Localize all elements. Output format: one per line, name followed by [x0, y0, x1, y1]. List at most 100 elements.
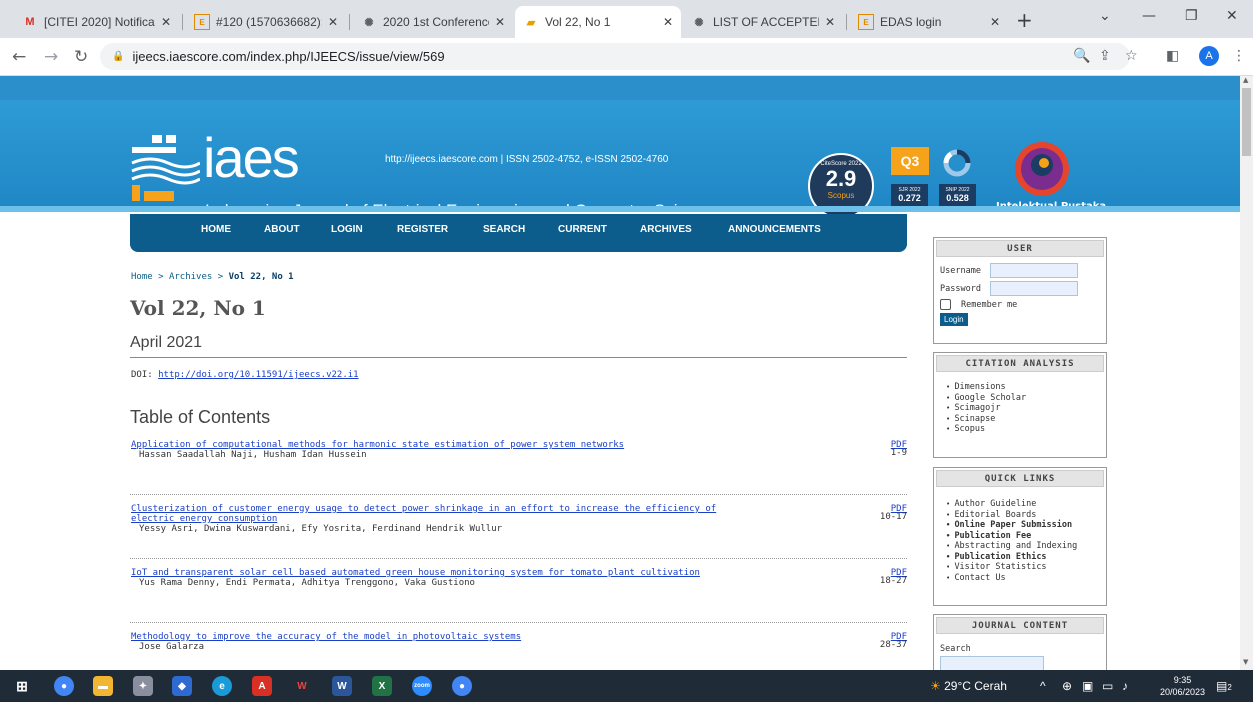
link-online-paper-submission[interactable]: Online Paper Submission [946, 520, 1100, 531]
tab-vol-22-no-1[interactable]: ▰ Vol 22, No 1 ✕ [515, 6, 681, 38]
article-pages: 28-37 [879, 640, 907, 650]
user-heading: USER [936, 240, 1104, 257]
share-icon[interactable]: ⇪ [1099, 48, 1111, 64]
edge-icon[interactable]: e [212, 676, 232, 696]
windows-start-icon[interactable]: ⊞ [12, 676, 32, 696]
banner-wave [0, 206, 1240, 212]
battery-icon[interactable]: ▭ [1102, 679, 1113, 693]
link-visitor-statistics[interactable]: Visitor Statistics [946, 562, 1100, 573]
nav-current[interactable]: CURRENT [558, 224, 607, 235]
wps-icon[interactable]: W [292, 676, 312, 696]
link-author-guideline[interactable]: Author Guideline [946, 499, 1100, 510]
article-title-link[interactable]: Application of computational methods for… [131, 440, 741, 450]
volume-icon[interactable]: ♪ [1122, 679, 1128, 693]
issn-line: http://ijeecs.iaescore.com | ISSN 2502-4… [385, 154, 669, 165]
tray-app-icon[interactable]: ▣ [1082, 679, 1093, 693]
citation-link-scimagojr[interactable]: Scimagojr [946, 403, 1100, 414]
breadcrumb-home[interactable]: Home [131, 272, 153, 282]
browser-toolbar: ← → ↻ 🔒 ijeecs.iaescore.com/index.php/IJ… [0, 38, 1253, 76]
forward-arrow-icon[interactable]: → [44, 47, 58, 67]
close-window-icon[interactable]: ✕ [1226, 8, 1238, 24]
tab-citei-notification[interactable]: M [CITEI 2020] Notificati ✕ [14, 6, 179, 38]
close-tab-icon[interactable]: ✕ [328, 15, 338, 29]
side-panel-icon[interactable]: ◧ [1166, 48, 1179, 64]
zoom-icon[interactable]: zoom [412, 676, 432, 696]
article-separator [130, 494, 907, 495]
weather-widget[interactable]: ☀ 29°C Cerah [930, 679, 1007, 693]
app-icon[interactable]: ✦ [133, 676, 153, 696]
breadcrumb-archives[interactable]: Archives [169, 272, 212, 282]
tab-accepted-list[interactable]: ✺ LIST OF ACCEPTED AN ✕ [683, 6, 843, 38]
publisher-subtitle: Media Utama [1015, 214, 1069, 224]
article-title-link[interactable]: Clusterization of customer energy usage … [131, 504, 741, 524]
tray-network-icon[interactable]: ⊕ [1062, 679, 1072, 693]
citation-link-dimensions[interactable]: Dimensions [946, 382, 1100, 393]
article-separator [130, 558, 907, 559]
word-icon[interactable]: W [332, 676, 352, 696]
close-tab-icon[interactable]: ✕ [663, 15, 673, 29]
file-explorer-icon[interactable]: ▬ [93, 676, 113, 696]
tray-chevron-icon[interactable]: ^ [1040, 679, 1046, 693]
notification-icon[interactable]: ▤2 [1216, 679, 1232, 693]
pdf-reader-icon[interactable]: A [252, 676, 272, 696]
scrollbar-thumb[interactable] [1242, 88, 1251, 156]
nav-archives[interactable]: ARCHIVES [640, 224, 692, 235]
top-band [0, 76, 1240, 100]
reload-icon[interactable]: ↻ [74, 47, 88, 67]
remember-me-checkbox[interactable] [940, 299, 951, 310]
bookmark-star-icon[interactable]: ☆ [1125, 48, 1138, 64]
minimize-icon[interactable]: — [1142, 8, 1156, 24]
weather-icon: ☀ [930, 679, 941, 693]
page-scrollbar[interactable]: ▲ ▼ [1240, 76, 1253, 670]
article-item: Clusterization of customer energy usage … [131, 504, 911, 535]
scroll-up-icon[interactable]: ▲ [1243, 76, 1248, 84]
close-tab-icon[interactable]: ✕ [990, 15, 1000, 29]
system-clock[interactable]: 9:35 20/06/2023 [1160, 674, 1205, 698]
citation-link-google-scholar[interactable]: Google Scholar [946, 393, 1100, 404]
app-icon[interactable]: ◆ [172, 676, 192, 696]
tab-edas-login[interactable]: E EDAS login ✕ [850, 6, 1008, 38]
link-contact-us[interactable]: Contact Us [946, 573, 1100, 584]
page-title: Vol 22, No 1 [130, 296, 266, 320]
link-publication-fee[interactable]: Publication Fee [946, 531, 1100, 542]
nav-about[interactable]: ABOUT [264, 224, 300, 235]
chrome-profile-icon[interactable]: ● [452, 676, 472, 696]
username-field[interactable] [990, 263, 1078, 278]
breadcrumb-current: Vol 22, No 1 [228, 272, 294, 282]
link-publication-ethics[interactable]: Publication Ethics [946, 552, 1100, 563]
doi-link[interactable]: http://doi.org/10.11591/ijeecs.v22.i1 [158, 370, 358, 380]
citation-link-scinapse[interactable]: Scinapse [946, 414, 1100, 425]
back-arrow-icon[interactable]: ← [12, 47, 26, 67]
close-tab-icon[interactable]: ✕ [825, 15, 835, 29]
nav-register[interactable]: REGISTER [397, 224, 448, 235]
tab-search-chevron-icon[interactable]: ⌄ [1099, 8, 1111, 24]
close-tab-icon[interactable]: ✕ [495, 15, 505, 29]
chrome-icon[interactable]: ● [54, 676, 74, 696]
link-abstracting-indexing[interactable]: Abstracting and Indexing [946, 541, 1100, 552]
tab-conference[interactable]: ✺ 2020 1st Conference o ✕ [353, 6, 513, 38]
citation-link-scopus[interactable]: Scopus [946, 424, 1100, 435]
address-bar[interactable]: 🔒 ijeecs.iaescore.com/index.php/IJEECS/i… [100, 43, 1130, 70]
journal-search-input[interactable] [940, 656, 1044, 670]
close-tab-icon[interactable]: ✕ [161, 15, 171, 29]
nav-login[interactable]: LOGIN [331, 224, 363, 235]
main-nav: HOME ABOUT LOGIN REGISTER SEARCH CURRENT… [130, 214, 907, 252]
restore-icon[interactable]: ❐ [1185, 8, 1198, 24]
article-title-link[interactable]: Methodology to improve the accuracy of t… [131, 632, 741, 642]
nav-announcements[interactable]: ANNOUNCEMENTS [728, 224, 821, 235]
journal-content-box: JOURNAL CONTENT Search [933, 614, 1107, 670]
link-editorial-boards[interactable]: Editorial Boards [946, 510, 1100, 521]
excel-icon[interactable]: X [372, 676, 392, 696]
new-tab-icon[interactable]: + [1016, 8, 1033, 32]
nav-search[interactable]: SEARCH [483, 224, 525, 235]
tab-edas-paper[interactable]: E #120 (1570636682): A ✕ [186, 6, 346, 38]
scroll-down-icon[interactable]: ▼ [1243, 658, 1248, 666]
quick-links-heading: QUICK LINKS [936, 470, 1104, 487]
password-field[interactable] [990, 281, 1078, 296]
article-title-link[interactable]: IoT and transparent solar cell based aut… [131, 568, 741, 578]
zoom-search-icon[interactable]: 🔍 [1073, 48, 1090, 64]
nav-home[interactable]: HOME [201, 224, 231, 235]
profile-avatar[interactable]: A [1199, 46, 1219, 66]
menu-kebab-icon[interactable]: ⋮ [1232, 48, 1246, 64]
login-button[interactable]: Login [940, 313, 968, 326]
